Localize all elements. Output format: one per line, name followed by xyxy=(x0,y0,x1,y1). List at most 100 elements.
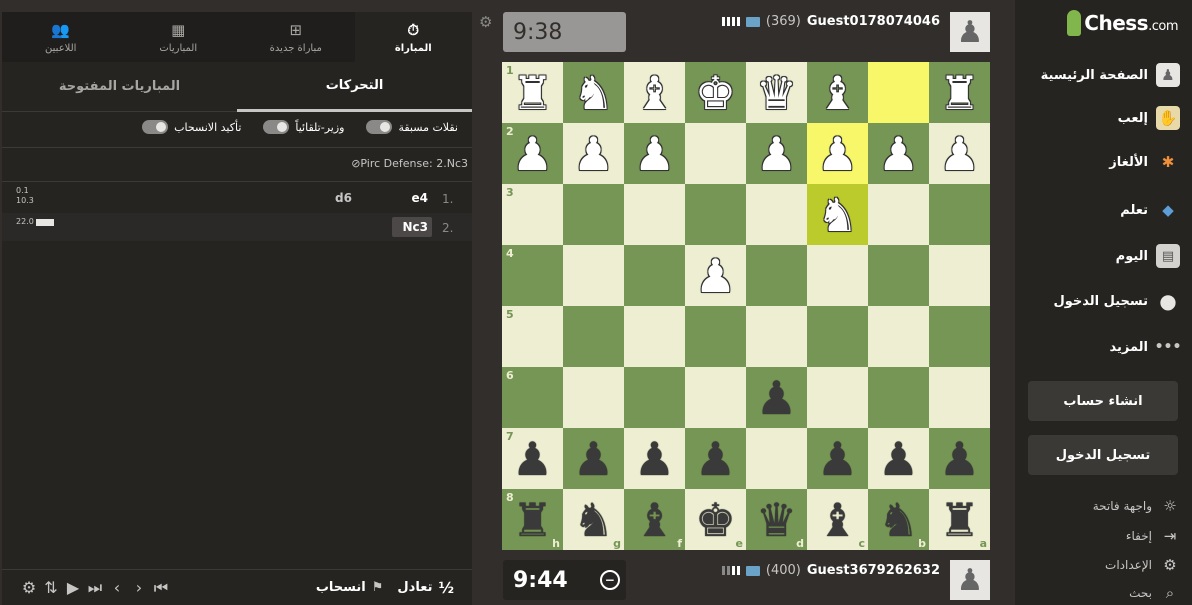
board-square[interactable] xyxy=(807,245,868,306)
auto-queen-toggle[interactable]: وزير-تلقائياً xyxy=(263,120,344,134)
board-square[interactable] xyxy=(624,184,685,245)
chess-logo[interactable]: Chess.com xyxy=(1067,10,1178,36)
board-square[interactable]: 1 ♜ xyxy=(502,62,563,123)
white-pawn-piece[interactable]: ♟ xyxy=(695,253,736,299)
board-square[interactable]: ♟ xyxy=(929,123,990,184)
login-button[interactable]: تسجيل الدخول xyxy=(1028,435,1178,475)
board-square[interactable] xyxy=(868,367,929,428)
board-square[interactable]: ♟ xyxy=(929,428,990,489)
confirm-resign-toggle[interactable]: تأكيد الانسحاب xyxy=(142,120,241,134)
white-pawn-piece[interactable]: ♟ xyxy=(878,131,919,177)
tab-games[interactable]: ▦ المباريات xyxy=(120,12,238,62)
board-square[interactable]: ♟ xyxy=(685,245,746,306)
board-square[interactable] xyxy=(624,306,685,367)
white-pawn-piece[interactable]: ♟ xyxy=(634,131,675,177)
move-black[interactable]: d6 xyxy=(322,188,352,208)
white-pawn-piece[interactable]: ♟ xyxy=(817,131,858,177)
move-white[interactable]: e4 xyxy=(392,188,432,208)
board-square[interactable] xyxy=(929,367,990,428)
board-square[interactable]: c ♝ xyxy=(807,489,868,550)
board-square[interactable]: ♟ xyxy=(807,123,868,184)
white-rook-piece[interactable]: ♜ xyxy=(512,70,553,116)
search-link[interactable]: ⌕ بحث xyxy=(1129,584,1180,602)
play-icon[interactable]: ▶ xyxy=(62,578,84,597)
black-queen-piece[interactable]: ♛ xyxy=(756,497,797,543)
black-pawn-piece[interactable]: ♟ xyxy=(756,375,797,421)
draw-button[interactable]: تعادل ½ xyxy=(397,579,454,597)
board-square[interactable]: 3 xyxy=(502,184,563,245)
board-square[interactable] xyxy=(868,184,929,245)
black-pawn-piece[interactable]: ♟ xyxy=(817,436,858,482)
confirm-resign-switch[interactable] xyxy=(142,120,169,134)
board-square[interactable]: ♞ xyxy=(563,62,624,123)
white-king-piece[interactable]: ♚ xyxy=(695,70,736,116)
move-white-selected[interactable]: Nc3 xyxy=(392,217,432,237)
first-move-icon[interactable]: ⏮ xyxy=(150,578,172,598)
board-square[interactable] xyxy=(563,184,624,245)
board-square[interactable]: ♛ xyxy=(746,62,807,123)
board-square[interactable]: ♟ xyxy=(868,123,929,184)
board-square[interactable]: b ♞ xyxy=(868,489,929,550)
board-square[interactable]: ♟ xyxy=(868,428,929,489)
black-rook-piece[interactable]: ♜ xyxy=(939,497,980,543)
board-square[interactable] xyxy=(746,306,807,367)
board-square[interactable]: ♟ xyxy=(685,428,746,489)
sidebar-item-today[interactable]: ▤ اليوم xyxy=(1116,242,1180,270)
board-square[interactable]: 7 ♟ xyxy=(502,428,563,489)
white-pawn-piece[interactable]: ♟ xyxy=(756,131,797,177)
black-pawn-piece[interactable]: ♟ xyxy=(878,436,919,482)
black-knight-piece[interactable]: ♞ xyxy=(573,497,614,543)
signup-button[interactable]: انشاء حساب xyxy=(1028,381,1178,421)
board-square[interactable]: 6 xyxy=(502,367,563,428)
board-square[interactable]: ♟ xyxy=(807,428,868,489)
white-bishop-piece[interactable]: ♝ xyxy=(817,70,858,116)
white-bishop-piece[interactable]: ♝ xyxy=(634,70,675,116)
board-square[interactable]: ♜ xyxy=(929,62,990,123)
board-square[interactable] xyxy=(868,62,929,123)
board-square[interactable] xyxy=(624,367,685,428)
board-square[interactable]: ♟ xyxy=(624,428,685,489)
board-square[interactable]: 4 xyxy=(502,245,563,306)
settings-link[interactable]: ⚙ الإعدادات xyxy=(1105,556,1180,574)
board-square[interactable]: 2 ♟ xyxy=(502,123,563,184)
white-knight-piece[interactable]: ♞ xyxy=(817,192,858,238)
prev-move-icon[interactable]: ‹ xyxy=(106,578,128,597)
board-square[interactable]: g ♞ xyxy=(563,489,624,550)
board-square[interactable]: ♝ xyxy=(624,62,685,123)
sidebar-item-more[interactable]: ••• المزيد xyxy=(1109,333,1181,361)
white-queen-piece[interactable]: ♛ xyxy=(756,70,797,116)
board-square[interactable]: 5 xyxy=(502,306,563,367)
board-square[interactable] xyxy=(563,306,624,367)
board-square[interactable]: ♟ xyxy=(563,428,624,489)
premoves-toggle[interactable]: نقلات مسبقة xyxy=(366,120,458,134)
board-square[interactable] xyxy=(868,306,929,367)
board-square[interactable]: a ♜ xyxy=(929,489,990,550)
bottom-player-name[interactable]: Guest3679262632 xyxy=(807,563,940,578)
black-pawn-piece[interactable]: ♟ xyxy=(512,436,553,482)
board-square[interactable] xyxy=(746,428,807,489)
top-player-name[interactable]: Guest0178074046 xyxy=(807,14,940,29)
tab-game[interactable]: ⏱ المباراة xyxy=(354,12,472,62)
board-square[interactable] xyxy=(685,367,746,428)
board-square[interactable] xyxy=(746,184,807,245)
gear-icon[interactable]: ⚙ xyxy=(18,578,40,597)
board-square[interactable] xyxy=(685,123,746,184)
black-pawn-piece[interactable]: ♟ xyxy=(695,436,736,482)
board-square[interactable] xyxy=(685,306,746,367)
board-square[interactable] xyxy=(929,306,990,367)
white-rook-piece[interactable]: ♜ xyxy=(939,70,980,116)
board-square[interactable] xyxy=(685,184,746,245)
tab-open-games[interactable]: المباريات المفتوحة xyxy=(2,62,237,112)
board-square[interactable]: ♟ xyxy=(563,123,624,184)
sidebar-item-home[interactable]: ♟ الصفحة الرئيسية xyxy=(1041,61,1180,89)
white-pawn-piece[interactable]: ♟ xyxy=(512,131,553,177)
auto-queen-switch[interactable] xyxy=(263,120,290,134)
last-move-icon[interactable]: ⏭ xyxy=(84,578,106,598)
sidebar-item-play[interactable]: ✋ إلعب xyxy=(1118,104,1180,132)
board-square[interactable] xyxy=(929,245,990,306)
white-pawn-piece[interactable]: ♟ xyxy=(939,131,980,177)
white-knight-piece[interactable]: ♞ xyxy=(573,70,614,116)
board-square[interactable]: ♟ xyxy=(624,123,685,184)
chessboard[interactable]: 1 ♜ ♞ ♝ ♚ ♛ ♝ ♜ 2 ♟ ♟ ♟ ♟ ♟ ♟ ♟ 3 ♞ 4 ♟ 5 6 ♟ 7 ♟ ♟ ♟ ♟ ♟ ♟ ♟ 8 h ♜ g ♞ f ♝ e ♚… xyxy=(502,62,990,550)
collapse-sidebar[interactable]: ⇥ إخفاء xyxy=(1126,527,1180,545)
